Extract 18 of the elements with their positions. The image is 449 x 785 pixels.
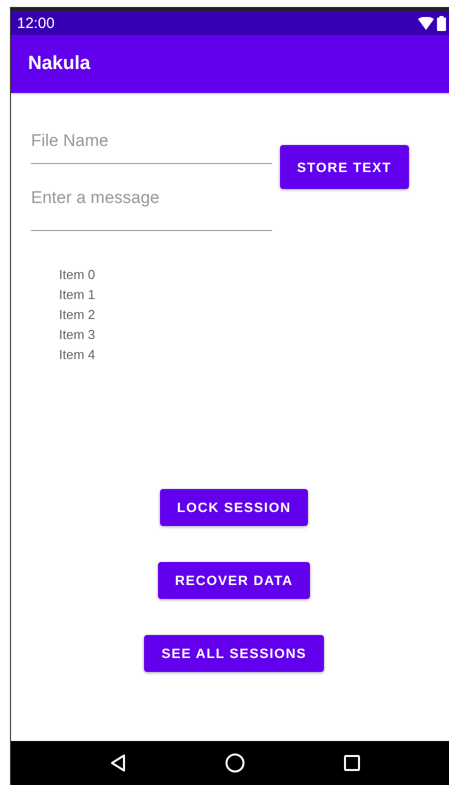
text-field[interactable]: Enter a message — [31, 180, 272, 231]
list-item: Item 3 — [59, 326, 96, 344]
action-button[interactable]: LOCK SESSION — [160, 489, 308, 526]
list-item: Item 0 — [59, 266, 96, 284]
wifi-icon — [418, 16, 434, 30]
back-icon[interactable] — [110, 754, 126, 772]
store-text-button[interactable]: STORE TEXT — [280, 145, 409, 189]
action-button[interactable]: SEE ALL SESSIONS — [144, 635, 324, 672]
action-button[interactable]: RECOVER DATA — [158, 562, 310, 599]
list-item: Item 4 — [59, 346, 96, 364]
list-item: Item 2 — [59, 306, 96, 324]
battery-icon — [437, 16, 446, 30]
text-field[interactable]: File Name — [31, 123, 272, 164]
status-time: 12:00 — [17, 14, 55, 32]
app-title: Nakula — [28, 53, 90, 75]
recents-icon[interactable] — [344, 755, 360, 771]
list-item: Item 1 — [59, 286, 96, 304]
home-icon[interactable] — [224, 753, 245, 773]
